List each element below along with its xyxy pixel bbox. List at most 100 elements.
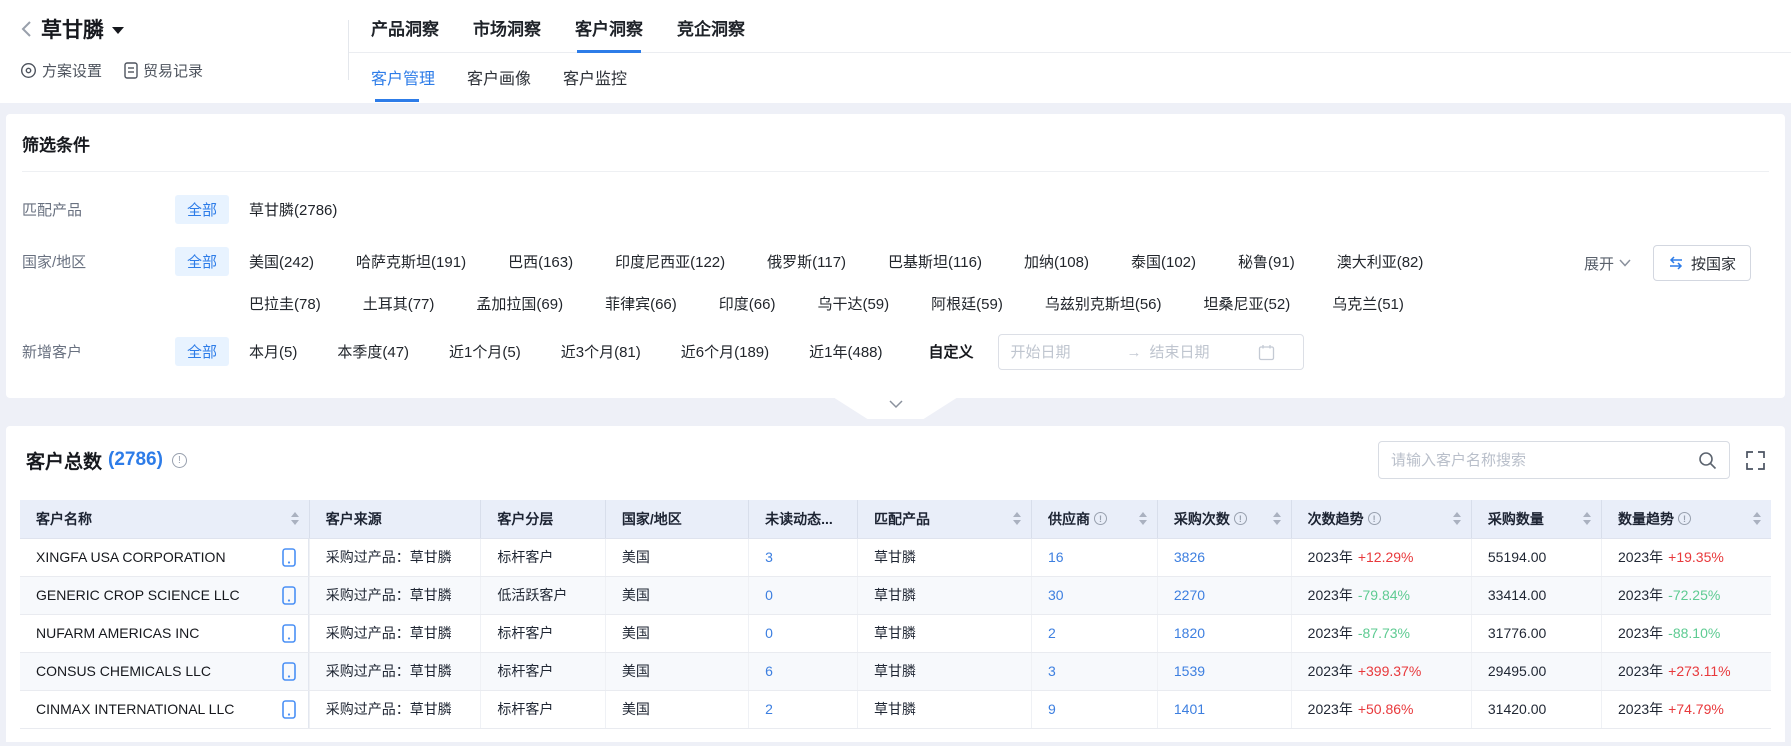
swap-icon [1668, 256, 1684, 270]
supplier-count-link[interactable]: 16 [1048, 549, 1064, 565]
filter-country-item[interactable]: 巴拉圭(78) [249, 293, 321, 314]
supplier-count-link[interactable]: 3 [1048, 663, 1056, 679]
filter-period-item[interactable]: 近6个月(189) [681, 341, 769, 362]
filter-country-item[interactable]: 乌克兰(51) [1332, 293, 1404, 314]
supplier-count-link[interactable]: 2 [1048, 625, 1056, 641]
sort-icon[interactable] [1007, 512, 1021, 525]
filter-period-item[interactable]: 近1年(488) [809, 341, 882, 362]
start-date-input[interactable] [1011, 344, 1119, 361]
filter-product-item[interactable]: 草甘膦(2786) [249, 199, 337, 220]
column-header-0[interactable]: 客户名称 [20, 500, 309, 538]
filter-title: 筛选条件 [6, 131, 1785, 156]
sort-icon[interactable] [285, 512, 299, 525]
collapse-filter-button[interactable] [835, 398, 957, 419]
filter-period-item[interactable]: 近1个月(5) [449, 341, 521, 362]
custom-date-option[interactable]: 自定义 [929, 341, 974, 362]
filter-country-item[interactable]: 乌兹别克斯坦(56) [1045, 293, 1162, 314]
filter-country-item[interactable]: 土耳其(77) [363, 293, 435, 314]
purchase-times-link[interactable]: 1820 [1174, 625, 1205, 641]
main-tab-1[interactable]: 市场洞察 [473, 15, 541, 52]
date-range-picker[interactable]: → [998, 334, 1304, 370]
purchase-times-link[interactable]: 1539 [1174, 663, 1205, 679]
sort-icon[interactable] [1577, 512, 1591, 525]
main-tab-0[interactable]: 产品洞察 [371, 15, 439, 52]
filter-country-item[interactable]: 哈萨克斯坦(191) [356, 251, 466, 272]
contact-phone-icon[interactable] [282, 548, 296, 567]
country-cell: 美国 [605, 576, 748, 614]
trend-percent: +74.79% [1668, 701, 1724, 717]
contact-phone-icon[interactable] [282, 662, 296, 681]
trend-percent: +50.86% [1358, 701, 1414, 717]
trend-year-label: 2023年 [1618, 701, 1663, 717]
sub-tab-label: 客户管理 [371, 71, 435, 88]
column-header-10[interactable]: 数量趋势! [1602, 500, 1772, 538]
main-tab-2[interactable]: 客户洞察 [575, 15, 643, 52]
filter-country-item[interactable]: 坦桑尼亚(52) [1204, 293, 1291, 314]
contact-phone-icon[interactable] [282, 624, 296, 643]
column-header-7[interactable]: 采购次数! [1157, 500, 1291, 538]
by-country-button[interactable]: 按国家 [1653, 245, 1751, 281]
column-header-9[interactable]: 采购数量 [1471, 500, 1601, 538]
customer-search-input[interactable] [1391, 452, 1698, 469]
filter-country-item[interactable]: 乌干达(59) [817, 293, 889, 314]
filter-period-item[interactable]: 本季度(47) [337, 341, 409, 362]
customer-search-box[interactable] [1378, 441, 1730, 479]
trend-year-label: 2023年 [1618, 663, 1663, 679]
title-dropdown-icon[interactable] [112, 27, 124, 34]
sort-icon[interactable] [1133, 512, 1147, 525]
filter-country-item[interactable]: 加纳(108) [1024, 251, 1089, 272]
scheme-settings-button[interactable]: 方案设置 [20, 60, 102, 81]
trade-records-button[interactable]: 贸易记录 [124, 60, 203, 81]
info-icon: ! [1678, 512, 1691, 525]
filter-country-all-chip[interactable]: 全部 [175, 247, 229, 276]
sub-tab-2[interactable]: 客户监控 [563, 65, 627, 102]
fullscreen-icon[interactable] [1746, 451, 1765, 470]
back-icon[interactable] [20, 19, 33, 39]
filter-newcustomer-all-chip[interactable]: 全部 [175, 337, 229, 366]
column-label: 客户名称 [36, 509, 92, 529]
filter-country-item[interactable]: 秘鲁(91) [1238, 251, 1295, 272]
unread-updates-link[interactable]: 2 [765, 701, 773, 717]
expand-button[interactable]: 展开 [1584, 253, 1631, 274]
unread-updates-link[interactable]: 0 [765, 587, 773, 603]
filter-period-item[interactable]: 近3个月(81) [561, 341, 641, 362]
filter-country-item[interactable]: 巴西(163) [508, 251, 573, 272]
sort-icon[interactable] [1267, 512, 1281, 525]
unread-updates-link[interactable]: 6 [765, 663, 773, 679]
filter-country-item[interactable]: 美国(242) [249, 251, 314, 272]
end-date-input[interactable] [1150, 344, 1258, 361]
filter-product-all-chip[interactable]: 全部 [175, 195, 229, 224]
purchase-times-link[interactable]: 3826 [1174, 549, 1205, 565]
filter-country-item[interactable]: 泰国(102) [1131, 251, 1196, 272]
customer-name-cell: XINGFA USA CORPORATION [20, 538, 309, 576]
column-header-5[interactable]: 匹配产品 [858, 500, 1032, 538]
chevron-down-icon [889, 400, 903, 409]
purchase-times-link[interactable]: 2270 [1174, 587, 1205, 603]
filter-period-item[interactable]: 本月(5) [249, 341, 297, 362]
filter-country-item[interactable]: 印度尼西亚(122) [615, 251, 725, 272]
filter-country-item[interactable]: 巴基斯坦(116) [888, 251, 982, 272]
filter-country-item[interactable]: 俄罗斯(117) [767, 251, 846, 272]
sort-icon[interactable] [1447, 512, 1461, 525]
filter-country-item[interactable]: 菲律宾(66) [605, 293, 677, 314]
supplier-count-cell: 9 [1031, 690, 1157, 728]
main-tab-3[interactable]: 竞企洞察 [677, 15, 745, 52]
supplier-count-link[interactable]: 9 [1048, 701, 1056, 717]
unread-updates-link[interactable]: 3 [765, 549, 773, 565]
purchase-times-link[interactable]: 1401 [1174, 701, 1205, 717]
contact-phone-icon[interactable] [282, 700, 296, 719]
unread-updates-link[interactable]: 0 [765, 625, 773, 641]
column-header-8[interactable]: 次数趋势! [1291, 500, 1471, 538]
customer-name: CONSUS CHEMICALS LLC [36, 663, 211, 679]
sub-tab-0[interactable]: 客户管理 [371, 65, 435, 102]
contact-phone-icon[interactable] [282, 586, 296, 605]
supplier-count-link[interactable]: 30 [1048, 587, 1064, 603]
filter-country-item[interactable]: 阿根廷(59) [931, 293, 1003, 314]
column-header-6[interactable]: 供应商! [1031, 500, 1157, 538]
search-icon[interactable] [1698, 451, 1717, 470]
filter-country-item[interactable]: 澳大利亚(82) [1337, 251, 1424, 272]
sub-tab-1[interactable]: 客户画像 [467, 65, 531, 102]
filter-country-item[interactable]: 印度(66) [719, 293, 776, 314]
filter-country-item[interactable]: 孟加拉国(69) [476, 293, 563, 314]
sort-icon[interactable] [1747, 512, 1761, 525]
